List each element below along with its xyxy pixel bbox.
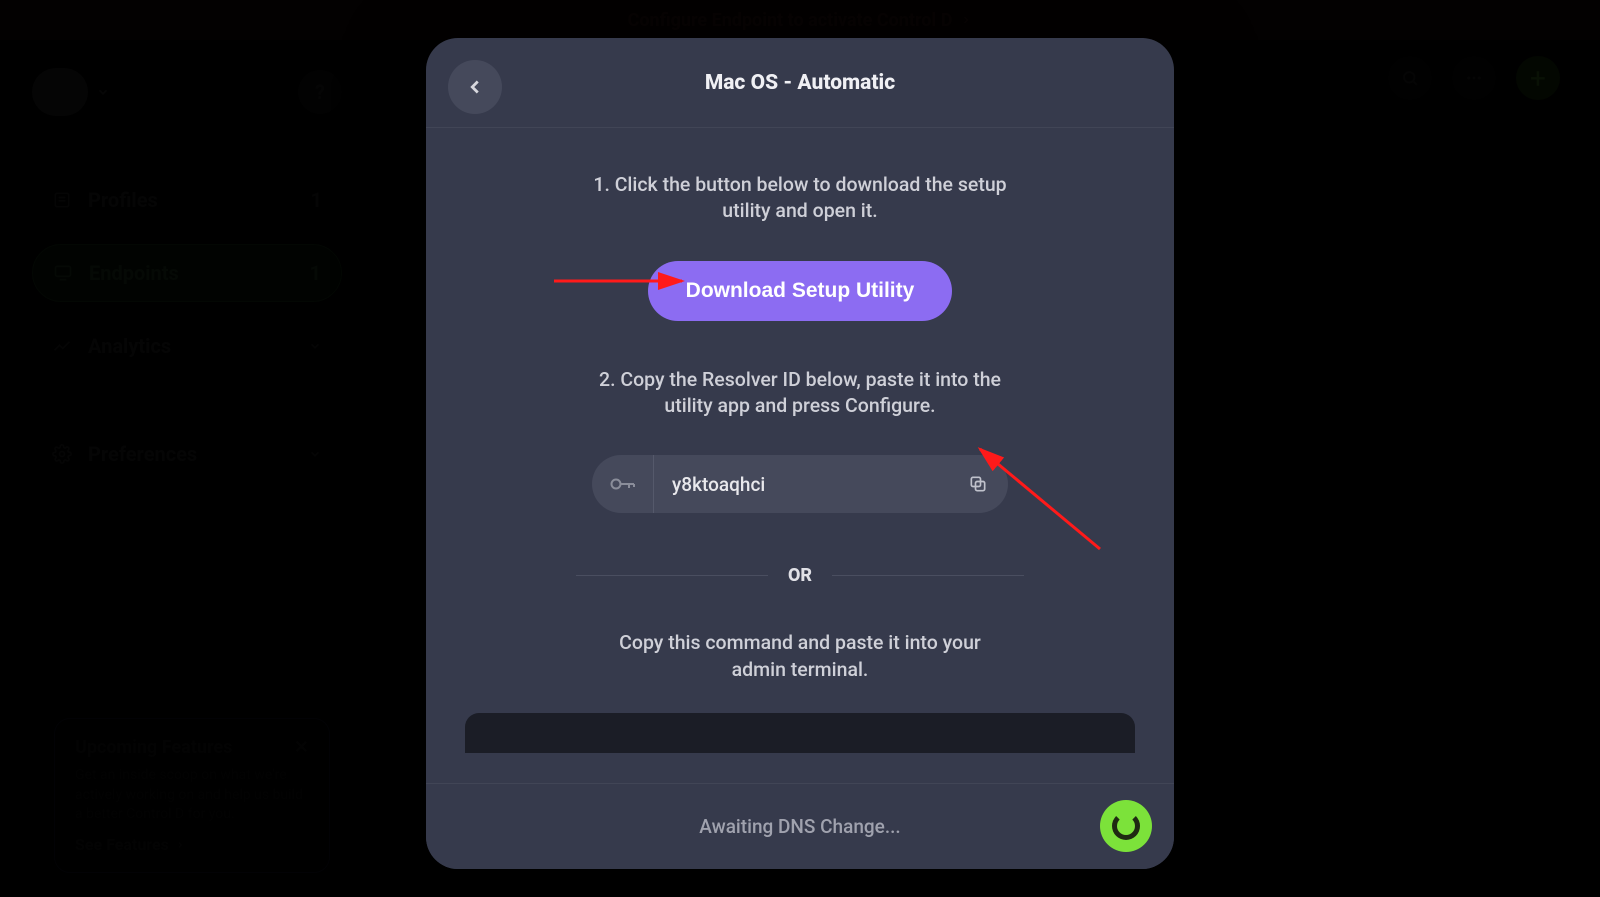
resolver-id-box: y8ktoaqhci <box>592 455 1008 513</box>
back-button[interactable] <box>448 60 502 114</box>
step-2-text: 2. Copy the Resolver ID below, paste it … <box>580 367 1020 420</box>
or-divider: OR <box>576 565 1024 586</box>
step-3-text: Copy this command and paste it into your… <box>590 630 1010 683</box>
chevron-left-icon <box>464 76 486 98</box>
key-icon <box>592 455 654 513</box>
status-spinner-button[interactable] <box>1100 800 1152 852</box>
modal-overlay: Mac OS - Automatic 1. Click the button b… <box>0 0 1600 897</box>
footer-status: Awaiting DNS Change... <box>699 815 900 838</box>
terminal-command-box[interactable] <box>465 713 1135 753</box>
spinner-icon <box>1112 812 1140 840</box>
copy-resolver-button[interactable] <box>948 455 1008 513</box>
modal-title: Mac OS - Automatic <box>705 71 895 95</box>
modal-header: Mac OS - Automatic <box>426 38 1174 128</box>
modal-body: 1. Click the button below to download th… <box>426 128 1174 783</box>
download-setup-button[interactable]: Download Setup Utility <box>648 261 953 321</box>
resolver-id-value: y8ktoaqhci <box>654 473 948 496</box>
modal-footer: Awaiting DNS Change... <box>426 783 1174 869</box>
setup-modal: Mac OS - Automatic 1. Click the button b… <box>426 38 1174 869</box>
copy-icon <box>968 474 988 494</box>
or-text: OR <box>788 565 812 586</box>
step-1-text: 1. Click the button below to download th… <box>590 172 1010 225</box>
